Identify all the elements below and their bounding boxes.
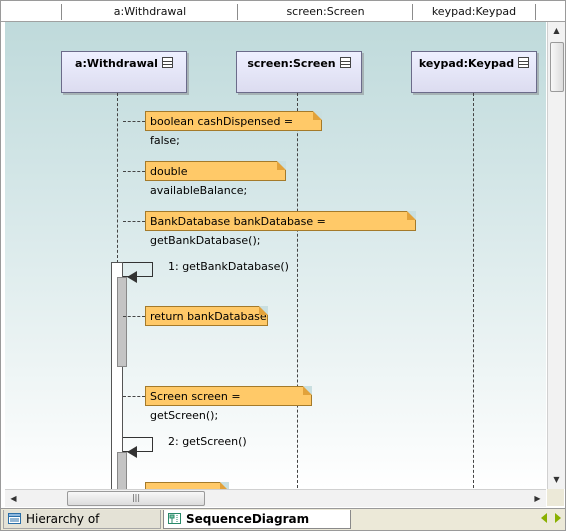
activation-bar-get-bank-database[interactable] — [117, 277, 127, 367]
note-return-bank-database[interactable]: return bankDatabase — [145, 306, 268, 326]
vertical-scrollbar[interactable]: ▲ ▼ — [547, 22, 565, 489]
note-bank-database[interactable]: BankDatabase bankDatabase = getBankDatab… — [145, 211, 416, 247]
hierarchy-icon — [8, 513, 21, 524]
note-connector — [123, 121, 145, 122]
note-connector — [123, 221, 145, 222]
sequence-diagram-icon — [168, 513, 181, 524]
list-icon[interactable] — [339, 57, 351, 68]
message-arrowhead — [127, 446, 137, 458]
list-icon[interactable] — [518, 57, 530, 68]
editor-tab-bar: Hierarchy of Withdrawal SequenceDiagram … — [1, 508, 565, 530]
note-connector — [123, 316, 145, 317]
sequence-diagram-window: a:Withdrawal screen:Screen keypad:Keypad… — [0, 0, 566, 531]
scroll-up-arrow-icon[interactable]: ▲ — [549, 23, 564, 38]
lifeline-screen[interactable]: screen:Screen — [236, 51, 362, 93]
lifeline-line-keypad — [473, 93, 474, 489]
header-column-withdrawal[interactable]: a:Withdrawal — [61, 4, 239, 20]
tab-scroll-right-icon[interactable] — [555, 513, 561, 523]
list-icon[interactable] — [161, 57, 173, 68]
lifeline-line-screen — [297, 93, 298, 489]
lifeline-title-screen: screen:Screen — [237, 57, 361, 70]
lifeline-label-withdrawal: a:Withdrawal — [75, 57, 158, 70]
lifeline-label-screen: screen:Screen — [247, 57, 336, 70]
tab-scroll-left-icon[interactable] — [541, 513, 547, 523]
tab-sequence-diagram-execute[interactable]: SequenceDiagram execute — [163, 510, 351, 529]
message-get-screen[interactable]: 2: getScreen() — [168, 435, 247, 448]
note-connector — [123, 171, 145, 172]
scroll-down-arrow-icon[interactable]: ▼ — [549, 472, 564, 487]
diagram-canvas[interactable]: a:Withdrawal screen:Screen keypad:Keypad… — [5, 22, 546, 489]
tab-label: SequenceDiagram execute — [186, 512, 310, 526]
lifeline-title-withdrawal: a:Withdrawal — [62, 57, 186, 70]
activation-bar-get-screen[interactable] — [117, 452, 127, 489]
vertical-scroll-thumb[interactable] — [550, 42, 564, 92]
message-arrowhead — [127, 271, 137, 283]
note-cash-dispensed[interactable]: boolean cashDispensed = false; — [145, 111, 322, 147]
note-get-screen[interactable]: Screen screen = getScreen(); — [145, 386, 312, 422]
lifeline-label-keypad: keypad:Keypad — [418, 57, 515, 70]
scrollbar-corner — [547, 489, 564, 506]
horizontal-scrollbar[interactable]: ◀ ||| ▶ — [5, 489, 546, 507]
lifeline-withdrawal[interactable]: a:Withdrawal — [61, 51, 187, 93]
header-column-screen[interactable]: screen:Screen — [237, 4, 414, 20]
tab-hierarchy-of-withdrawal[interactable]: Hierarchy of Withdrawal — [3, 510, 161, 529]
horizontal-scroll-thumb[interactable]: ||| — [67, 491, 205, 506]
lifeline-header-bar: a:Withdrawal screen:Screen keypad:Keypad — [1, 1, 565, 22]
lifeline-title-keypad: keypad:Keypad — [412, 57, 536, 70]
scroll-left-arrow-icon[interactable]: ◀ — [6, 491, 21, 506]
lifeline-line-withdrawal — [117, 93, 118, 263]
lifeline-keypad[interactable]: keypad:Keypad — [411, 51, 537, 93]
note-available-balance[interactable]: double availableBalance; — [145, 161, 286, 197]
header-column-keypad[interactable]: keypad:Keypad — [412, 4, 536, 20]
message-get-bank-database[interactable]: 1: getBankDatabase() — [168, 260, 289, 273]
scroll-right-arrow-icon[interactable]: ▶ — [530, 491, 545, 506]
tab-label: Hierarchy of Withdrawal — [26, 512, 100, 526]
note-connector — [123, 396, 145, 397]
note-partial[interactable] — [145, 482, 229, 489]
